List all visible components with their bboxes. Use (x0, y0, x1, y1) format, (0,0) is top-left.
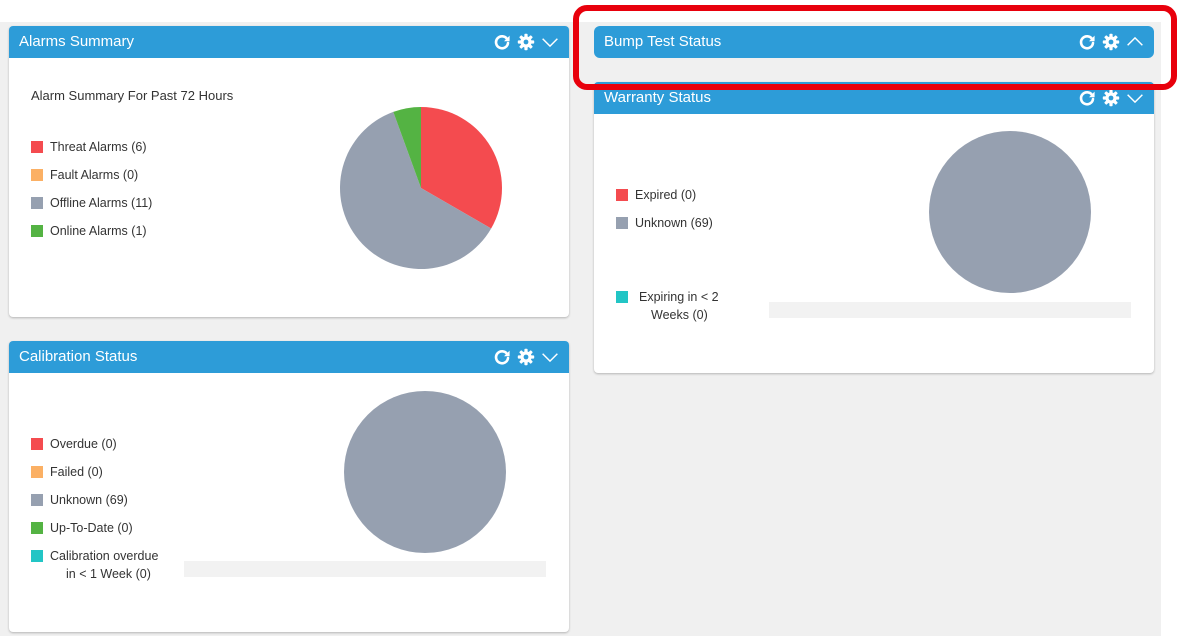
chevron-down-icon[interactable] (1126, 89, 1144, 107)
bump-test-status-widget: Bump Test Status (594, 26, 1154, 63)
legend-label: Calibration overdue (50, 549, 159, 563)
legend-label-continued: in < 1 Week (0) (66, 567, 151, 581)
legend-item-threat[interactable]: Threat Alarms (6) (31, 140, 152, 168)
widget-title: Bump Test Status (604, 33, 722, 50)
alarms-pie-chart (340, 107, 502, 270)
legend-label: Expired (0) (635, 188, 697, 202)
widget-title: Alarms Summary (19, 33, 135, 50)
refresh-icon[interactable] (1078, 89, 1096, 107)
chevron-up-icon[interactable] (1126, 33, 1144, 51)
pie-slice-unknown[interactable] (929, 131, 1091, 293)
pie-slice-unknown[interactable] (344, 391, 506, 553)
chevron-down-icon[interactable] (541, 33, 559, 51)
widget-title: Warranty Status (604, 89, 711, 106)
legend-label: Online Alarms (1) (50, 224, 147, 238)
legend-item-fault[interactable]: Fault Alarms (0) (31, 168, 152, 196)
calibration-overdue-swatch (31, 550, 43, 562)
legend-label: Up-To-Date (0) (50, 521, 133, 535)
legend-label: Overdue (0) (50, 437, 117, 451)
failed-swatch (31, 466, 43, 478)
warranty-status-header: Warranty Status (594, 82, 1154, 114)
alarms-summary-header: Alarms Summary (9, 26, 569, 58)
legend-label: Offline Alarms (11) (50, 196, 153, 210)
warranty-legend: Expired (0) Unknown (69) (616, 188, 713, 244)
legend-label: Unknown (69) (50, 493, 128, 507)
chart-scrollbar[interactable] (769, 302, 1131, 318)
overdue-swatch (31, 438, 43, 450)
legend-label-continued: Weeks (0) (651, 308, 708, 322)
legend-item-expired[interactable]: Expired (0) (616, 188, 713, 216)
legend-item-online[interactable]: Online Alarms (1) (31, 224, 152, 252)
threat-swatch (31, 141, 43, 153)
warranty-pie-chart (929, 131, 1091, 293)
legend-item-unknown[interactable]: Unknown (69) (31, 493, 158, 521)
alarms-summary-widget: Alarms Summary Alarm Summary For Past 72… (9, 26, 569, 317)
unknown-swatch (31, 494, 43, 506)
warranty-legend-bottom: Expiring in < 2 Weeks (0) (616, 290, 719, 322)
refresh-icon[interactable] (493, 348, 511, 366)
legend-label: Unknown (69) (635, 216, 713, 230)
calibration-legend: Overdue (0) Failed (0) Unknown (69) Up-T… (31, 437, 158, 581)
legend-label: Failed (0) (50, 465, 103, 479)
top-margin (0, 0, 1177, 22)
legend-item-up-to-date[interactable]: Up-To-Date (0) (31, 521, 158, 549)
unknown-swatch (616, 217, 628, 229)
refresh-icon[interactable] (493, 33, 511, 51)
calibration-status-header: Calibration Status (9, 341, 569, 373)
gear-icon[interactable] (517, 33, 535, 51)
gear-icon[interactable] (1102, 89, 1120, 107)
right-margin (1161, 0, 1177, 636)
alarms-legend: Threat Alarms (6) Fault Alarms (0) Offli… (31, 140, 152, 252)
legend-label: Fault Alarms (0) (50, 168, 139, 182)
offline-swatch (31, 197, 43, 209)
gear-icon[interactable] (517, 348, 535, 366)
calibration-pie-chart (344, 391, 506, 553)
up-to-date-swatch (31, 522, 43, 534)
legend-item-offline[interactable]: Offline Alarms (11) (31, 196, 152, 224)
legend-label: Expiring in < 2 (639, 290, 719, 304)
refresh-icon[interactable] (1078, 33, 1096, 51)
legend-item-overdue[interactable]: Overdue (0) (31, 437, 158, 465)
chart-scrollbar[interactable] (184, 561, 546, 577)
calibration-status-widget: Calibration Status Overdue (0) Failed (0… (9, 341, 569, 632)
legend-item-unknown[interactable]: Unknown (69) (616, 216, 713, 244)
alarms-subtitle: Alarm Summary For Past 72 Hours (31, 88, 234, 103)
legend-item-failed[interactable]: Failed (0) (31, 465, 158, 493)
chevron-down-icon[interactable] (541, 348, 559, 366)
gear-icon[interactable] (1102, 33, 1120, 51)
warranty-status-widget: Warranty Status Expired (0) Unknown (69)… (594, 82, 1154, 373)
expiring-swatch (616, 291, 628, 303)
fault-swatch (31, 169, 43, 181)
widget-title: Calibration Status (19, 348, 138, 365)
bump-test-status-header: Bump Test Status (594, 26, 1154, 58)
online-swatch (31, 225, 43, 237)
expired-swatch (616, 189, 628, 201)
legend-label: Threat Alarms (6) (50, 140, 147, 154)
